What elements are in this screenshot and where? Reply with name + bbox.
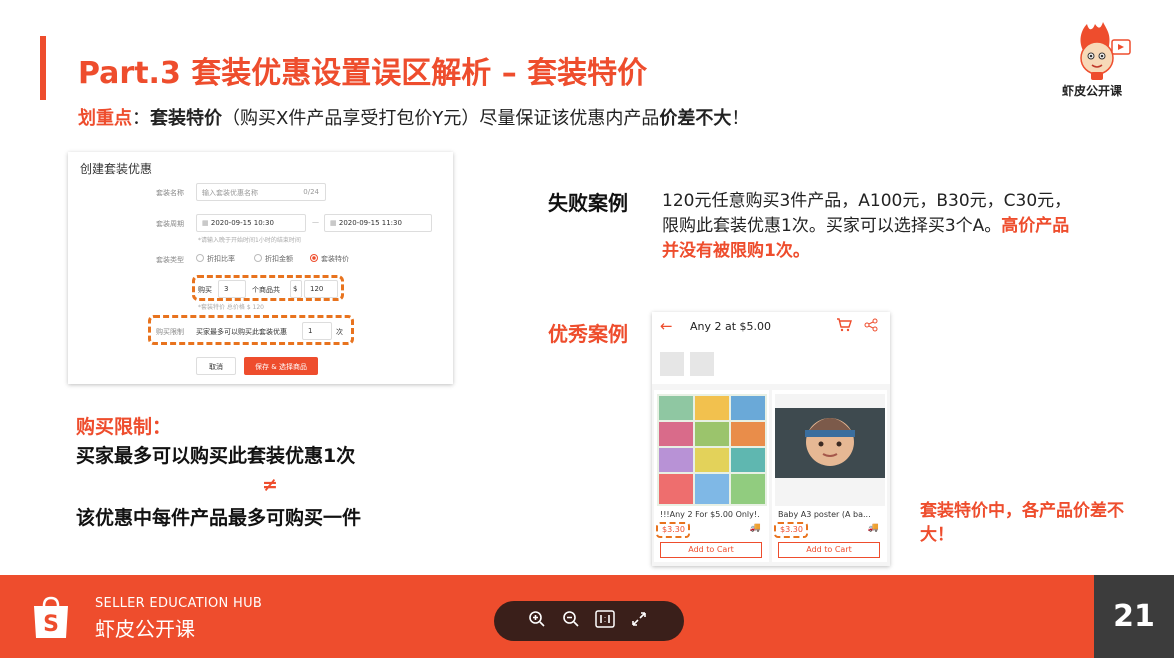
limit-line-1: 买家最多可以购买此套装优惠1次 [76, 445, 356, 467]
radio-label: 折扣金额 [265, 255, 293, 263]
fail-case-label: 失败案例 [548, 191, 628, 215]
key-point-emphasis: 价差不大 [659, 108, 732, 129]
end-time-value: 2020-09-15 11:30 [338, 219, 402, 227]
svg-text:S: S [43, 612, 59, 637]
radio-circle [196, 254, 204, 262]
logo-caption: 虾皮公开课 [1062, 84, 1123, 98]
period-hint: *请输入晚于开始时间1小时的结束时间 [198, 237, 301, 244]
price-hint: *套装特价 总价格 $ 120 [198, 304, 264, 311]
filter-row [652, 344, 890, 384]
product-name: !!!Any 2 For $5.00 Only!... [660, 510, 760, 519]
zoom-toolbar [494, 601, 684, 641]
start-time-input[interactable]: ▦ 2020-09-15 10:30 [196, 214, 306, 232]
calendar-icon: ▦ [202, 219, 209, 227]
cancel-button[interactable]: 取消 [196, 357, 236, 375]
share-icon[interactable] [864, 318, 878, 336]
radio-circle-selected [310, 254, 318, 262]
bundle-name-placeholder: 输入套装优惠名称 [202, 189, 258, 197]
key-point-colon: ： [132, 108, 150, 129]
key-point-explanation: （购买X件产品享受打包价Y元）尽量保证该优惠内产品 [222, 108, 660, 129]
fail-case-text: 120元任意购买3件产品，A100元，B30元，C30元，限购此套装优惠1次。买… [662, 189, 1072, 264]
price-note: 套装特价中，各产品价差不大！ [920, 501, 1124, 545]
buy-label: 购买 [198, 286, 212, 294]
product-card[interactable]: !!!Any 2 For $5.00 Only!... $3.30 🚚 Add … [654, 390, 769, 562]
bundle-period-label: 套装周期 [156, 220, 184, 228]
bundle-type-label: 套装类型 [156, 256, 184, 264]
add-to-cart-button[interactable]: Add to Cart [778, 542, 880, 558]
radio-discount-amount[interactable]: 折扣金额 [254, 254, 293, 264]
limit-title: 购买限制： [76, 416, 172, 438]
baby-poster-image [775, 394, 885, 506]
create-bundle-form: 创建套装优惠 套装名称 输入套装优惠名称 0/24 套装周期 ▦ 2020-09… [68, 152, 453, 384]
price-highlight-box [656, 522, 690, 538]
price-input[interactable]: 120 [304, 280, 338, 298]
buy-unit-label: 个商品共 [252, 286, 280, 294]
end-time-input[interactable]: ▦ 2020-09-15 11:30 [324, 214, 432, 232]
phone-bundle-screen: ← Any 2 at $5.00 !!!Any 2 For $5.00 Only… [652, 312, 890, 566]
bundle-name-input[interactable]: 输入套装优惠名称 0/24 [196, 183, 326, 201]
hub-english-name: SELLER EDUCATION HUB [95, 596, 263, 611]
cart-icon[interactable] [836, 318, 852, 336]
hub-chinese-name: 虾皮公开课 [95, 617, 195, 641]
product-card[interactable]: Baby A3 poster (A ba... $3.30 🚚 Add to C… [772, 390, 887, 562]
purchase-limit-text: 买家最多可以购买此套装优惠 [196, 328, 287, 336]
add-to-cart-button[interactable]: Add to Cart [660, 542, 762, 558]
buy-qty-input[interactable]: 3 [218, 280, 246, 298]
back-arrow-icon[interactable]: ← [660, 317, 673, 335]
calendar-icon: ▦ [330, 219, 337, 227]
not-equal-sign: ≠ [262, 474, 278, 496]
good-case-label: 优秀案例 [548, 322, 628, 346]
save-select-products-button[interactable]: 保存 & 选择商品 [244, 357, 318, 375]
key-point-label: 划重点 [78, 108, 132, 129]
free-shipping-icon: 🚚 [749, 523, 761, 533]
free-shipping-icon: 🚚 [867, 523, 879, 533]
product-name: Baby A3 poster (A ba... [778, 510, 871, 519]
fullscreen-icon[interactable] [628, 610, 650, 632]
page-number: 21 [1113, 599, 1155, 634]
price-highlight-box [774, 522, 808, 538]
actual-size-icon[interactable] [594, 610, 616, 632]
radio-bundle-price[interactable]: 套装特价 [310, 254, 349, 264]
limit-unit-label: 次 [336, 328, 343, 336]
period-separator: — [312, 218, 319, 226]
key-point-term: 套装特价 [150, 108, 222, 129]
radio-circle [254, 254, 262, 262]
poster-collage-image [657, 394, 767, 506]
zoom-out-icon[interactable] [560, 610, 582, 632]
radio-discount-rate[interactable]: 折扣比率 [196, 254, 235, 264]
page-number-box: 21 [1094, 575, 1174, 658]
bundle-name-label: 套装名称 [156, 189, 184, 197]
form-title: 创建套装优惠 [80, 162, 153, 176]
key-point: 划重点：套装特价（购买X件产品享受打包价Y元）尽量保证该优惠内产品价差不大！ [78, 104, 749, 130]
limit-line-2: 该优惠中每件产品最多可购买一件 [76, 507, 362, 529]
limit-qty-input[interactable]: 1 [302, 322, 332, 340]
purchase-limit-label: 购买限制 [156, 328, 184, 336]
bundle-deal-title: Any 2 at $5.00 [690, 320, 772, 333]
filter-chip[interactable] [660, 352, 684, 376]
page-title: Part.3 套装优惠设置误区解析 – 套装特价 [78, 56, 648, 91]
filter-chip[interactable] [690, 352, 714, 376]
zoom-in-icon[interactable] [526, 610, 548, 632]
radio-label: 折扣比率 [207, 255, 235, 263]
currency-label: $ [290, 280, 302, 298]
shopee-bag-icon: S [30, 596, 72, 640]
title-accent-bar [40, 36, 46, 100]
start-time-value: 2020-09-15 10:30 [210, 219, 274, 227]
radio-label: 套装特价 [321, 255, 349, 263]
key-point-end: ！ [731, 108, 750, 129]
bundle-name-count: 0/24 [303, 188, 319, 196]
